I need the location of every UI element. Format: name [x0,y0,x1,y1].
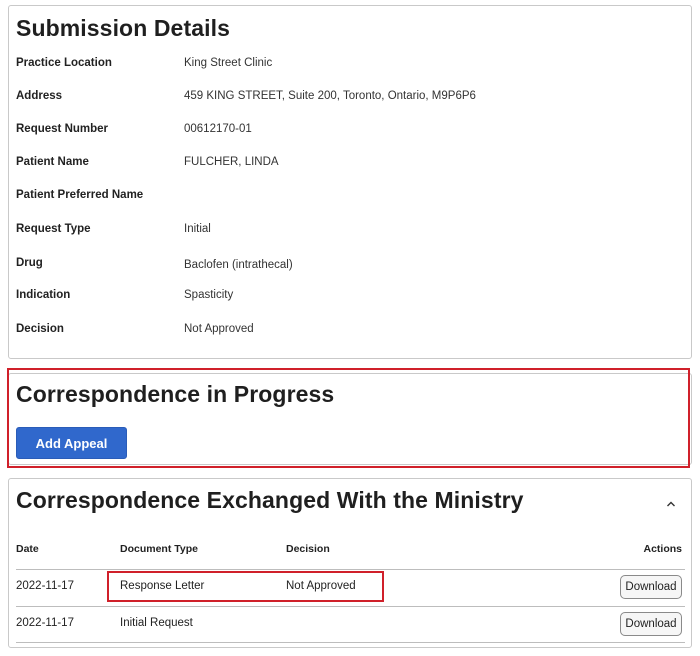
detail-value: 00612170-01 [184,123,252,135]
correspondence-exchanged-title: Correspondence Exchanged With the Minist… [16,487,524,513]
correspondence-in-progress-panel: Correspondence in Progress Add Appeal [8,373,692,465]
detail-row-request-number: Request Number 00612170-01 [16,123,676,143]
table-divider [16,569,685,570]
detail-row-indication: Indication Spasticity [16,289,676,309]
column-header-actions: Actions [643,543,682,555]
detail-label: Request Number [16,123,109,135]
row-decision: Not Approved [286,580,356,592]
detail-label: Indication [16,289,71,301]
submission-details-title: Submission Details [16,15,230,41]
detail-label: Patient Preferred Name [16,189,144,201]
row-document-type: Response Letter [120,580,205,592]
detail-row-patient-preferred-name: Patient Preferred Name [16,189,676,209]
detail-row-drug: Drug Baclofen (intrathecal) [16,257,676,277]
add-appeal-button[interactable]: Add Appeal [16,427,127,459]
column-header-decision: Decision [286,543,330,555]
detail-label: Address [16,90,63,102]
correspondence-in-progress-title: Correspondence in Progress [16,381,335,407]
download-button[interactable]: Download [620,612,682,636]
detail-value: FULCHER, LINDA [184,156,279,168]
column-header-document-type: Document Type [120,543,198,555]
detail-label: Patient Name [16,156,89,168]
submission-details-panel: Submission Details Practice Location Kin… [8,5,692,359]
detail-value: Baclofen (intrathecal) [184,259,293,271]
detail-row-practice-location: Practice Location King Street Clinic [16,57,676,77]
detail-label: Decision [16,323,64,335]
detail-value: Initial [184,223,211,235]
table-divider [16,642,685,643]
chevron-up-icon[interactable] [664,497,678,511]
detail-row-patient-name: Patient Name FULCHER, LINDA [16,156,676,176]
row-date: 2022-11-17 [16,617,74,629]
detail-label: Request Type [16,223,91,235]
detail-value: Spasticity [184,289,234,301]
row-document-type: Initial Request [120,617,193,629]
column-header-date: Date [16,543,39,555]
detail-row-request-type: Request Type Initial [16,223,676,243]
detail-row-decision: Decision Not Approved [16,323,676,343]
detail-label: Drug [16,257,43,269]
table-divider [16,606,685,607]
row-date: 2022-11-17 [16,580,74,592]
detail-value: King Street Clinic [184,57,273,69]
download-button[interactable]: Download [620,575,682,599]
detail-value: Not Approved [184,323,254,335]
detail-value: 459 KING STREET, Suite 200, Toronto, Ont… [184,90,476,102]
correspondence-exchanged-panel: Correspondence Exchanged With the Minist… [8,478,692,648]
detail-label: Practice Location [16,57,112,69]
detail-row-address: Address 459 KING STREET, Suite 200, Toro… [16,90,676,110]
